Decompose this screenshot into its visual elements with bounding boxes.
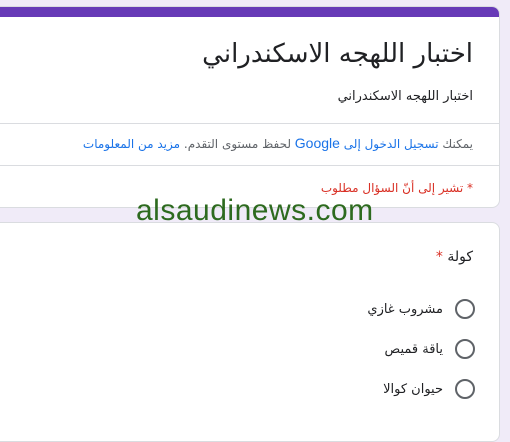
radio-button-icon[interactable] [455, 339, 475, 359]
header-divider [0, 123, 499, 124]
option-koala[interactable]: حيوان كوالا [383, 379, 475, 399]
option-soft-drink[interactable]: مشروب غازي [367, 299, 475, 319]
watermark-text: alsaudinews.com [136, 194, 374, 227]
radio-button-icon[interactable] [455, 299, 475, 319]
signin-divider [0, 165, 499, 166]
form-title: اختبار اللهجه الاسكندراني [202, 39, 473, 69]
required-note: * تشير إلى أنّ السؤال مطلوب [320, 181, 473, 195]
question-card: كولة * مشروب غازي ياقة قميص حيوان كوالا [0, 222, 500, 442]
option-label: حيوان كوالا [383, 381, 443, 397]
signin-prefix: يمكنك [442, 137, 473, 151]
google-link[interactable]: Google [295, 135, 340, 151]
option-label: مشروب غازي [367, 301, 443, 317]
option-shirt-collar[interactable]: ياقة قميص [385, 339, 475, 359]
signin-link[interactable]: تسجيل الدخول إلى [344, 137, 439, 151]
question-label: كولة [447, 249, 473, 265]
accent-bar [0, 7, 499, 17]
option-label: ياقة قميص [384, 341, 443, 357]
question-title: كولة * [436, 249, 473, 265]
signin-notice: يمكنك تسجيل الدخول إلى Google لحفظ مستوى… [83, 135, 473, 151]
form-header-card: اختبار اللهجه الاسكندراني اختبار اللهجه … [0, 6, 500, 208]
learn-more-link[interactable]: مزيد من المعلومات [83, 137, 180, 151]
form-description: اختبار اللهجه الاسكندراني [337, 89, 473, 104]
signin-suffix: لحفظ مستوى التقدم. [183, 137, 291, 151]
radio-button-icon[interactable] [455, 379, 475, 399]
required-asterisk: * [435, 249, 443, 265]
